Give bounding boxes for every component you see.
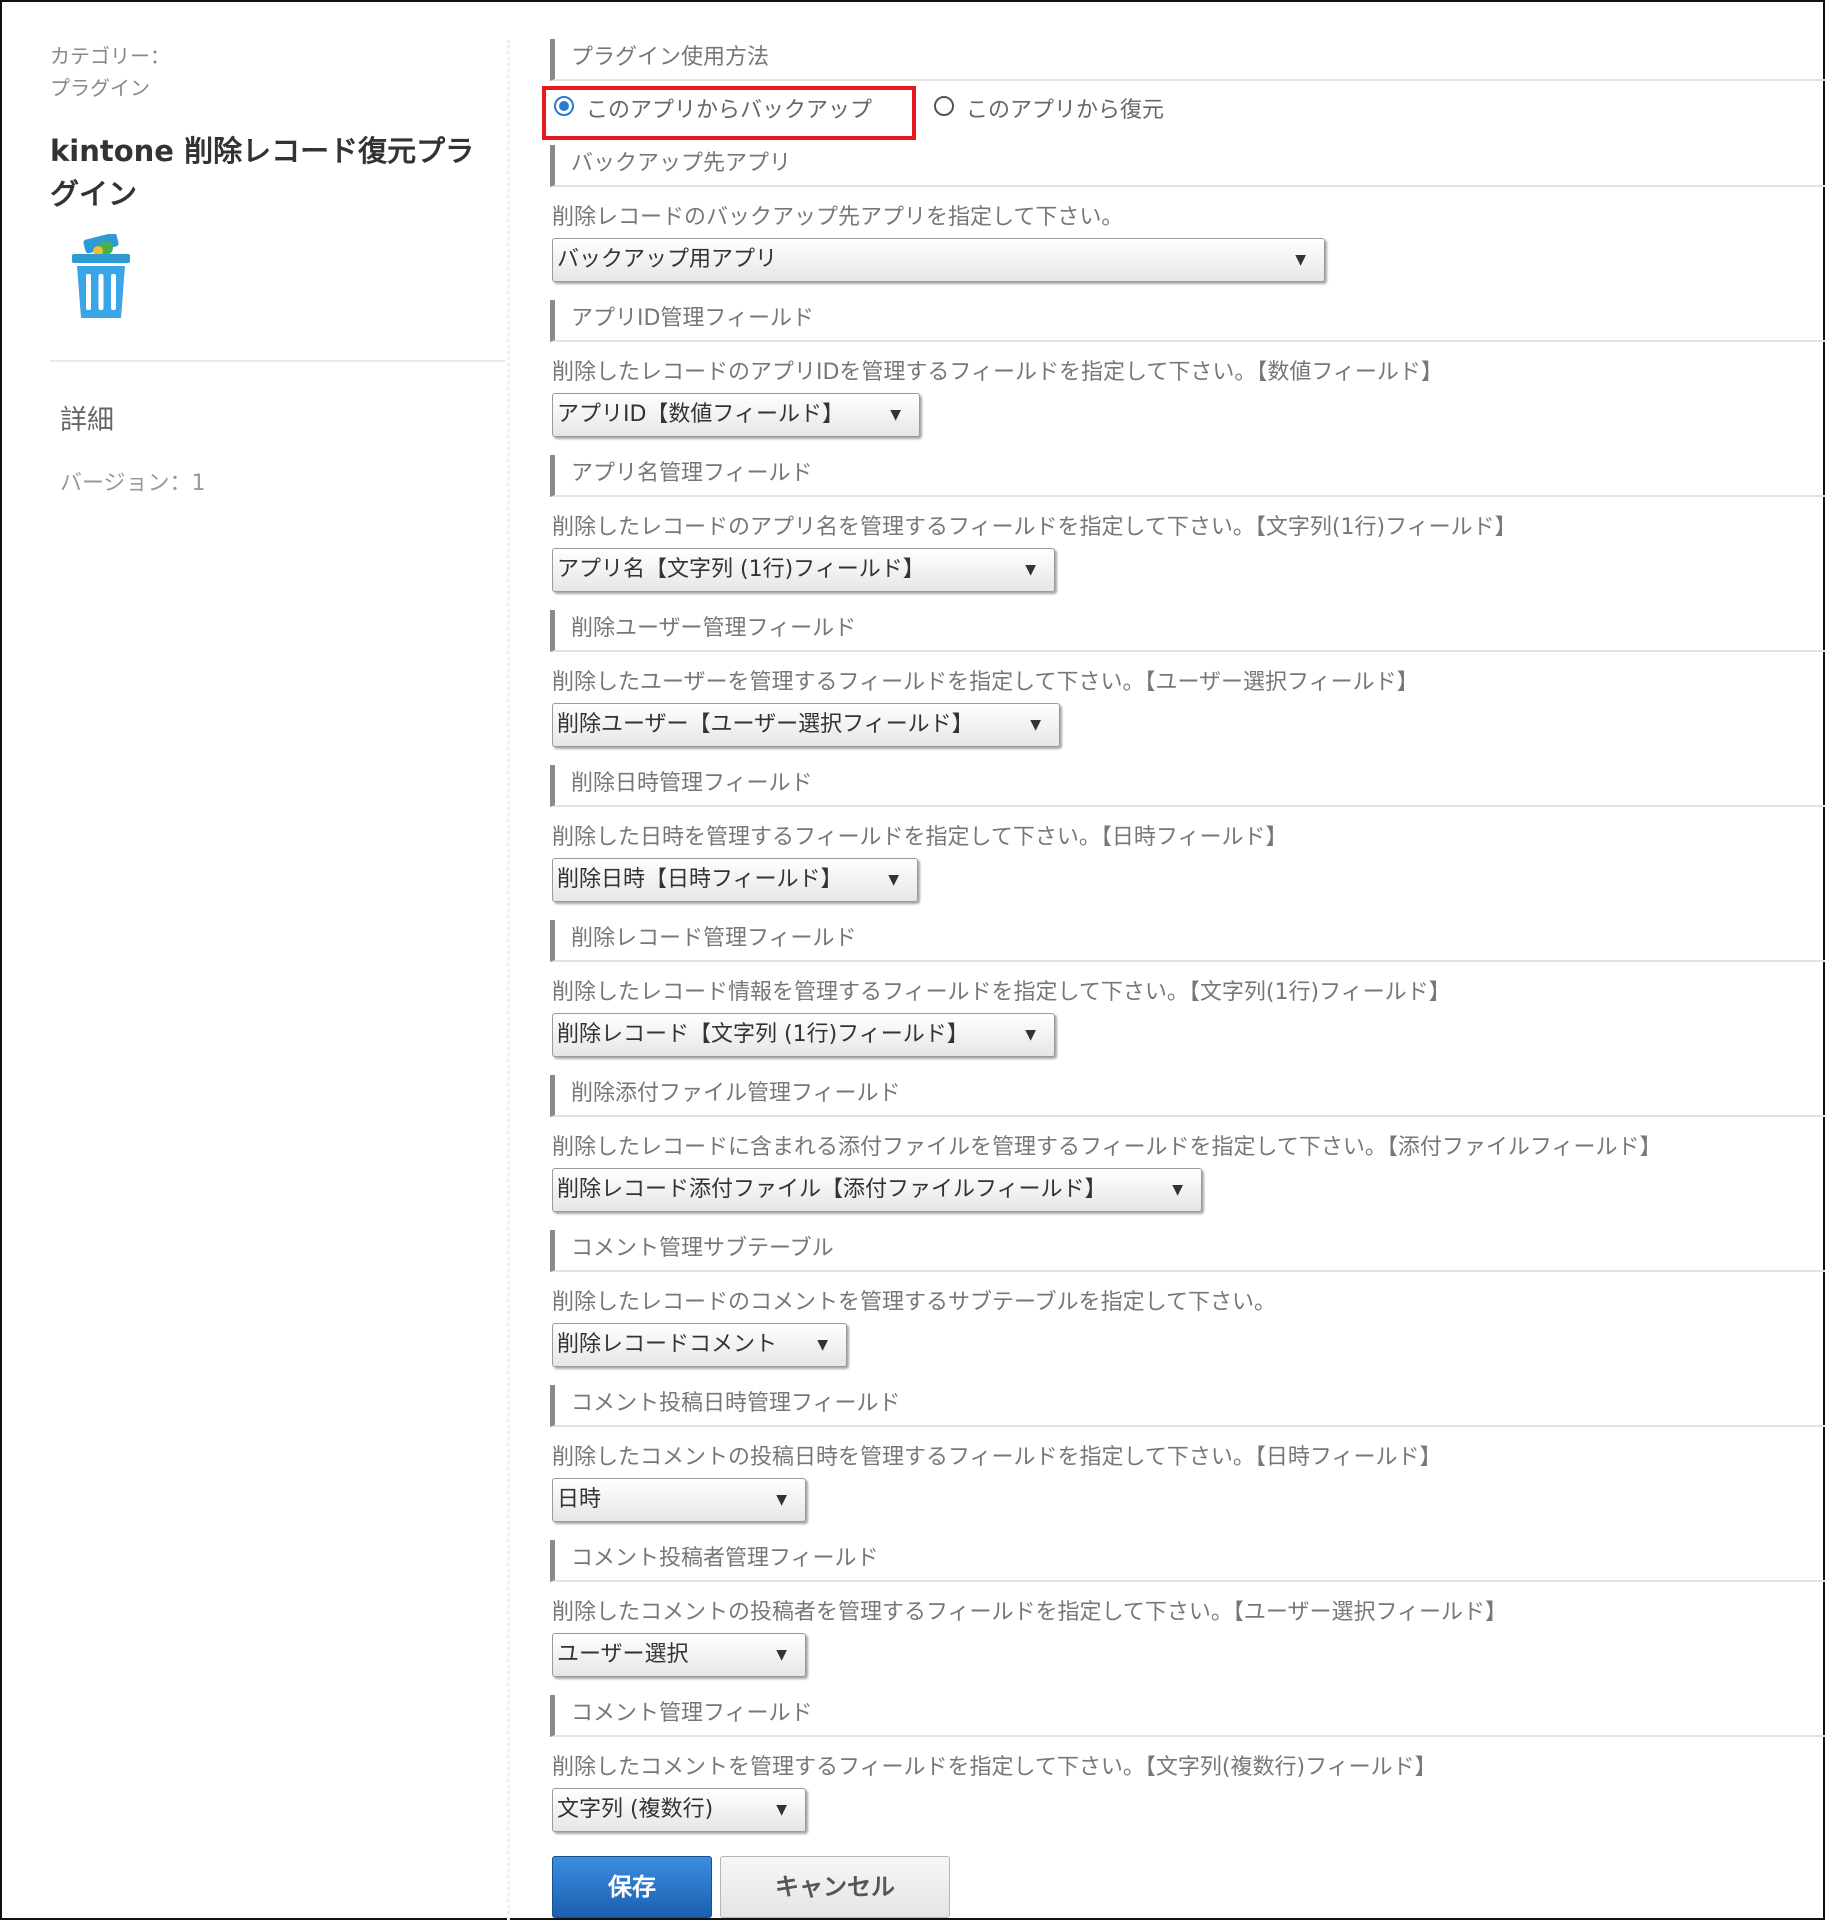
section-desc-comment-subtable: 削除したレコードのコメントを管理するサブテーブルを指定して下さい。 <box>552 1290 1277 1315</box>
section-desc-comment-datetime: 削除したコメントの投稿日時を管理するフィールドを指定して下さい。【日時フィールド… <box>552 1445 1442 1470</box>
section-desc-delete-attachment: 削除したレコードに含まれる添付ファイルを管理するフィールドを指定して下さい。【添… <box>552 1135 1662 1160</box>
select-value: 日時 <box>557 1487 602 1512</box>
select-value: 削除レコード【文字列 (1行)フィールド】 <box>557 1022 969 1047</box>
delete-attachment-select[interactable]: 削除レコード添付ファイル【添付ファイルフィールド】 ▼ <box>552 1168 1202 1212</box>
version-label: バージョン：1 <box>60 471 206 496</box>
select-value: バックアップ用アプリ <box>557 247 778 272</box>
comment-datetime-select[interactable]: 日時 ▼ <box>552 1478 806 1522</box>
section-desc-app-name: 削除したレコードのアプリ名を管理するフィールドを指定して下さい。【文字列(1行)… <box>552 515 1517 540</box>
section-heading-comment-author: コメント投稿者管理フィールド <box>550 1540 1825 1582</box>
section-heading-comment-field: コメント管理フィールド <box>550 1695 1825 1737</box>
app-name-select[interactable]: アプリ名【文字列 (1行)フィールド】 ▼ <box>552 548 1055 592</box>
detail-heading: 詳細 <box>60 405 114 436</box>
radio-backup[interactable] <box>554 96 574 116</box>
comment-author-select[interactable]: ユーザー選択 ▼ <box>552 1633 806 1677</box>
comment-subtable-select[interactable]: 削除レコードコメント ▼ <box>552 1323 847 1367</box>
dropdown-arrow-icon: ▼ <box>776 1647 787 1663</box>
section-desc-delete-datetime: 削除した日時を管理するフィールドを指定して下さい。【日時フィールド】 <box>552 825 1288 850</box>
dropdown-arrow-icon: ▼ <box>817 1337 828 1353</box>
cancel-button[interactable]: キャンセル <box>720 1856 950 1918</box>
app-id-select[interactable]: アプリID【数値フィールド】 ▼ <box>552 393 920 437</box>
section-heading-delete-user: 削除ユーザー管理フィールド <box>550 610 1825 652</box>
section-desc-delete-user: 削除したユーザーを管理するフィールドを指定して下さい。【ユーザー選択フィールド】 <box>552 670 1419 695</box>
dropdown-arrow-icon: ▼ <box>776 1802 787 1818</box>
delete-user-select[interactable]: 削除ユーザー【ユーザー選択フィールド】 ▼ <box>552 703 1060 747</box>
usage-radio-group: このアプリからバックアップ このアプリから復元 <box>542 86 1450 140</box>
section-heading-comment-datetime: コメント投稿日時管理フィールド <box>550 1385 1825 1427</box>
section-heading-app-name: アプリ名管理フィールド <box>550 455 1825 497</box>
category-label: カテゴリー： <box>50 44 170 68</box>
radio-restore[interactable] <box>934 96 954 116</box>
dropdown-arrow-icon: ▼ <box>776 1492 787 1508</box>
dropdown-arrow-icon: ▼ <box>1025 562 1036 578</box>
section-heading-delete-attachment: 削除添付ファイル管理フィールド <box>550 1075 1825 1117</box>
section-heading-delete-datetime: 削除日時管理フィールド <box>550 765 1825 807</box>
comment-field-select[interactable]: 文字列 (複数行) ▼ <box>552 1788 806 1832</box>
plugin-sidebar: カテゴリー： プラグイン kintone 削除レコード復元プラグイン 詳細 バー… <box>50 40 505 497</box>
select-value: 文字列 (複数行) <box>557 1797 714 1822</box>
category-value: プラグイン <box>50 76 150 100</box>
section-desc-app-id: 削除したレコードのアプリIDを管理するフィールドを指定して下さい。【数値フィール… <box>552 360 1443 385</box>
section-desc-comment-author: 削除したコメントの投稿者を管理するフィールドを指定して下さい。【ユーザー選択フィ… <box>552 1600 1508 1625</box>
select-value: アプリID【数値フィールド】 <box>557 402 844 427</box>
dropdown-arrow-icon: ▼ <box>1295 252 1306 268</box>
select-value: ユーザー選択 <box>557 1642 689 1667</box>
section-desc-delete-record: 削除したレコード情報を管理するフィールドを指定して下さい。【文字列(1行)フィー… <box>552 980 1451 1005</box>
usage-heading: プラグイン使用方法 <box>550 39 1825 81</box>
backup-app-select[interactable]: バックアップ用アプリ ▼ <box>552 238 1325 282</box>
section-desc-comment-field: 削除したコメントを管理するフィールドを指定して下さい。【文字列(複数行)フィール… <box>552 1755 1437 1780</box>
dropdown-arrow-icon: ▼ <box>890 407 901 423</box>
dropdown-arrow-icon: ▼ <box>888 872 899 888</box>
select-value: 削除レコードコメント <box>557 1332 778 1357</box>
dropdown-arrow-icon: ▼ <box>1172 1182 1183 1198</box>
dropdown-arrow-icon: ▼ <box>1025 1027 1036 1043</box>
save-button[interactable]: 保存 <box>552 1856 712 1918</box>
sidebar-divider <box>50 360 505 362</box>
delete-datetime-select[interactable]: 削除日時【日時フィールド】 ▼ <box>552 858 918 902</box>
column-separator <box>507 40 510 1920</box>
radio-backup-label[interactable]: このアプリからバックアップ <box>586 92 872 124</box>
section-heading-app-id: アプリID管理フィールド <box>550 300 1825 342</box>
select-value: 削除ユーザー【ユーザー選択フィールド】 <box>557 712 974 737</box>
plugin-title: kintone 削除レコード復元プラグイン <box>50 134 475 211</box>
select-value: 削除日時【日時フィールド】 <box>557 867 843 892</box>
select-value: 削除レコード添付ファイル【添付ファイルフィールド】 <box>557 1177 1107 1202</box>
radio-restore-label[interactable]: このアプリから復元 <box>966 92 1164 124</box>
section-heading-comment-subtable: コメント管理サブテーブル <box>550 1230 1825 1272</box>
section-heading-delete-record: 削除レコード管理フィールド <box>550 920 1825 962</box>
trash-icon <box>70 232 132 320</box>
dropdown-arrow-icon: ▼ <box>1030 717 1041 733</box>
delete-record-select[interactable]: 削除レコード【文字列 (1行)フィールド】 ▼ <box>552 1013 1055 1057</box>
section-desc-backup-app: 削除レコードのバックアップ先アプリを指定して下さい。 <box>552 205 1124 230</box>
section-heading-backup-app: バックアップ先アプリ <box>550 145 1825 187</box>
select-value: アプリ名【文字列 (1行)フィールド】 <box>557 557 925 582</box>
